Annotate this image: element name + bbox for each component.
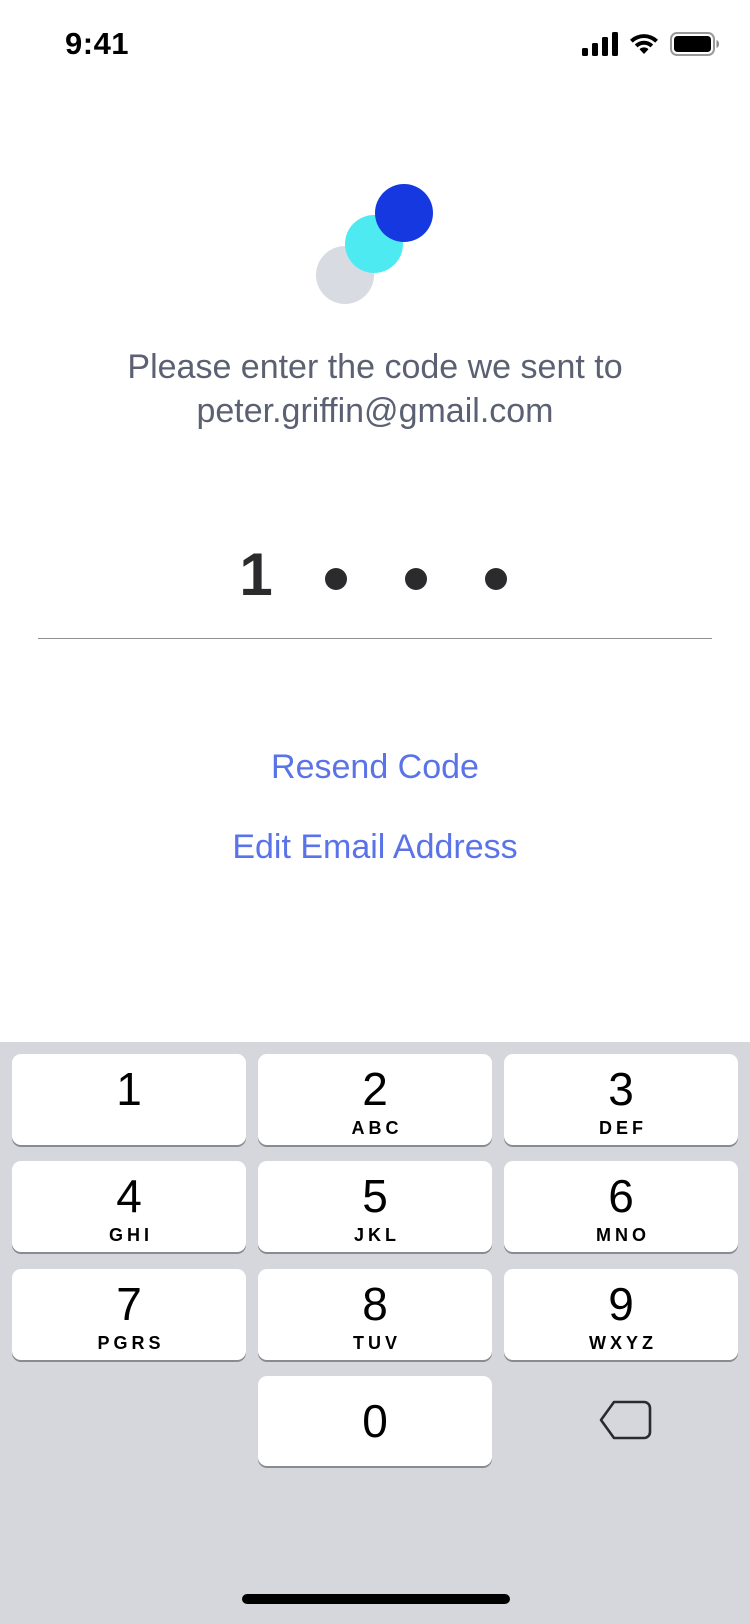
key-number: 5: [362, 1170, 388, 1222]
home-indicator[interactable]: [242, 1594, 510, 1604]
code-mask-dot-3: [405, 568, 427, 590]
instruction-line: Please enter the code we sent to: [127, 348, 623, 386]
key-letters: DEF: [599, 1118, 647, 1138]
instruction-text: Please enter the code we sent to peter.g…: [40, 345, 710, 433]
key-letters: GHI: [108, 1225, 153, 1245]
status-icons: [582, 32, 720, 56]
key-number: 2: [362, 1063, 388, 1115]
key-number: 8: [362, 1278, 388, 1330]
key-letters: MNO: [596, 1225, 650, 1245]
key-number: 9: [608, 1278, 634, 1330]
backspace-icon: [598, 1400, 654, 1446]
key-number: 4: [116, 1170, 142, 1222]
code-underline: [38, 638, 712, 639]
key-0[interactable]: 0: [258, 1376, 492, 1466]
wifi-icon: [628, 32, 660, 56]
status-time: 9:41: [65, 26, 130, 61]
code-digit-1: 1: [239, 541, 273, 608]
key-7[interactable]: 7 PGRS: [12, 1269, 246, 1360]
key-2[interactable]: 2 ABC: [258, 1054, 492, 1145]
app-logo: [315, 183, 435, 305]
key-4[interactable]: 4 GHI: [12, 1161, 246, 1252]
status-bar: 9:41: [0, 0, 750, 92]
key-letters: PGRS: [97, 1333, 165, 1353]
email-address: peter.griffin@gmail.com: [196, 392, 554, 430]
key-letters: JKL: [353, 1225, 400, 1245]
key-number: 6: [608, 1170, 634, 1222]
key-letters: TUV: [353, 1333, 401, 1353]
code-mask-dot-4: [485, 568, 507, 590]
key-letters: ABC: [351, 1118, 403, 1138]
key-number: 1: [116, 1063, 142, 1115]
code-mask-dot-2: [325, 568, 347, 590]
key-number: 0: [362, 1395, 388, 1447]
key-number: 7: [116, 1278, 142, 1330]
backspace-key[interactable]: [598, 1398, 654, 1442]
key-5[interactable]: 5 JKL: [258, 1161, 492, 1252]
resend-code-link[interactable]: Resend Code: [0, 748, 750, 787]
cellular-signal-icon: [582, 32, 618, 56]
battery-icon: [670, 32, 720, 56]
key-6[interactable]: 6 MNO: [504, 1161, 738, 1252]
key-9[interactable]: 9 WXYZ: [504, 1269, 738, 1360]
edit-email-link[interactable]: Edit Email Address: [0, 828, 750, 867]
key-letters: WXYZ: [589, 1333, 657, 1353]
key-3[interactable]: 3 DEF: [504, 1054, 738, 1145]
code-input[interactable]: 1: [0, 535, 750, 615]
key-1[interactable]: 1: [12, 1054, 246, 1145]
key-8[interactable]: 8 TUV: [258, 1269, 492, 1360]
key-number: 3: [608, 1063, 634, 1115]
